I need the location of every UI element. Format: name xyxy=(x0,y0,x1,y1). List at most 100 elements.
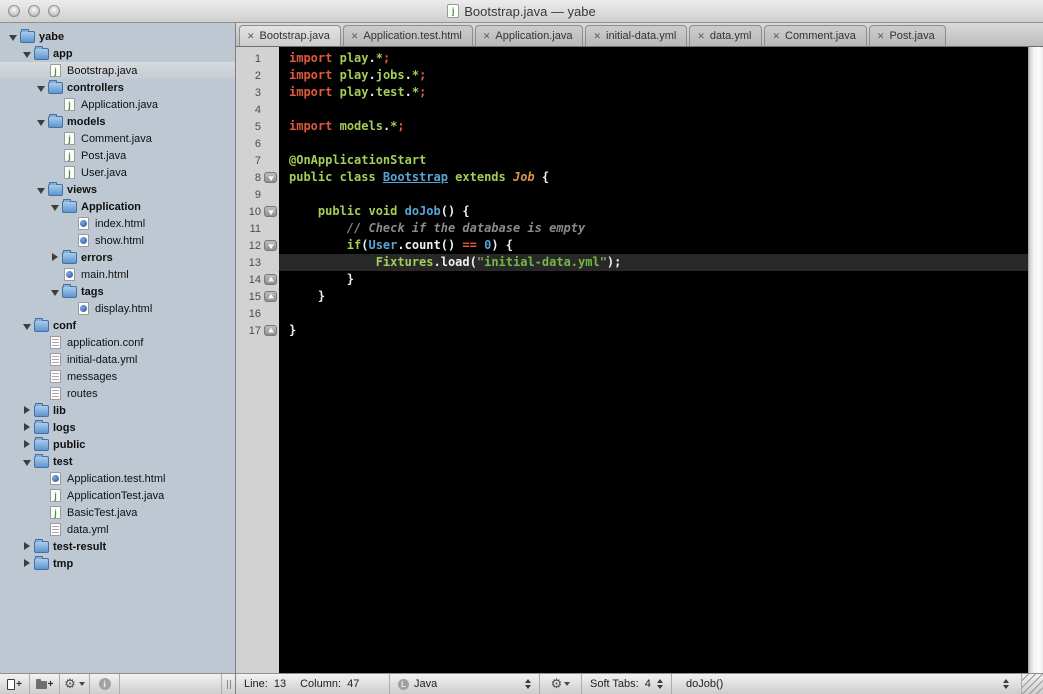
tab-close-icon[interactable]: ✕ xyxy=(351,31,359,42)
fold-up-icon[interactable] xyxy=(264,325,277,336)
tree-row[interactable]: yabe xyxy=(0,28,235,45)
title-bar[interactable]: j Bootstrap.java — yabe xyxy=(0,0,1043,23)
new-folder-button[interactable]: + xyxy=(30,674,60,694)
tree-row[interactable]: jBasicTest.java xyxy=(0,504,235,521)
tree-item-label: lib xyxy=(53,405,66,417)
tree-row[interactable]: logs xyxy=(0,419,235,436)
tree-row[interactable]: jUser.java xyxy=(0,164,235,181)
status-bar: Line: 13 Column: 47 L Java ⚙ Soft Tabs: … xyxy=(236,673,1043,694)
code-editor[interactable]: import play.*;import play.jobs.*;import … xyxy=(279,47,1028,673)
gutter-row: 17 xyxy=(236,322,279,339)
fold-down-icon[interactable] xyxy=(264,206,277,217)
document-proxy-icon: j xyxy=(447,4,459,18)
tab-close-icon[interactable]: ✕ xyxy=(877,31,885,42)
tab[interactable]: ✕Comment.java xyxy=(764,25,866,46)
tree-row[interactable]: errors xyxy=(0,249,235,266)
code-line[interactable] xyxy=(279,135,1028,152)
tree-row[interactable]: lib xyxy=(0,402,235,419)
symbol-selector[interactable]: doJob() xyxy=(672,674,1021,694)
tree-row[interactable]: models xyxy=(0,113,235,130)
tree-row[interactable]: controllers xyxy=(0,79,235,96)
tree-row[interactable]: show.html xyxy=(0,232,235,249)
tab[interactable]: ✕Application.java xyxy=(475,25,584,46)
tree-row[interactable]: views xyxy=(0,181,235,198)
code-line[interactable]: } xyxy=(279,322,1028,339)
tree-row[interactable]: jBootstrap.java xyxy=(0,62,235,79)
line-number: 6 xyxy=(255,138,261,150)
tree-row[interactable]: initial-data.yml xyxy=(0,351,235,368)
tree-row[interactable]: Application xyxy=(0,198,235,215)
tab[interactable]: ✕initial-data.yml xyxy=(585,25,687,46)
minimize-window-button[interactable] xyxy=(28,5,40,17)
code-line[interactable]: public void doJob() { xyxy=(279,203,1028,220)
language-selector[interactable]: L Java xyxy=(390,674,540,694)
fold-down-icon[interactable] xyxy=(264,172,277,183)
tree-row[interactable]: index.html xyxy=(0,215,235,232)
tree-row[interactable]: Application.test.html xyxy=(0,470,235,487)
code-line[interactable]: import play.*; xyxy=(279,50,1028,67)
code-line[interactable] xyxy=(279,101,1028,118)
tab[interactable]: ✕data.yml xyxy=(689,25,762,46)
code-line[interactable]: // Check if the database is empty xyxy=(279,220,1028,237)
tab-close-icon[interactable]: ✕ xyxy=(697,31,705,42)
actions-menu-button[interactable]: ⚙ xyxy=(60,674,90,694)
tree-row[interactable]: jApplicationTest.java xyxy=(0,487,235,504)
tab-close-icon[interactable]: ✕ xyxy=(483,31,491,42)
tree-row[interactable]: messages xyxy=(0,368,235,385)
fold-up-icon[interactable] xyxy=(264,291,277,302)
tree-row[interactable]: app xyxy=(0,45,235,62)
tab-bar[interactable]: ✕Bootstrap.java✕Application.test.html✕Ap… xyxy=(236,23,1043,47)
current-code-line[interactable]: Fixtures.load("initial-data.yml"); xyxy=(279,254,1028,271)
tab-close-icon[interactable]: ✕ xyxy=(247,31,255,42)
tree-row[interactable]: jComment.java xyxy=(0,130,235,147)
tree-row[interactable]: main.html xyxy=(0,266,235,283)
soft-tabs-stepper[interactable] xyxy=(657,679,663,689)
tree-row[interactable]: public xyxy=(0,436,235,453)
tab[interactable]: ✕Bootstrap.java xyxy=(239,25,341,46)
tree-row[interactable]: tags xyxy=(0,283,235,300)
tree-row[interactable]: test-result xyxy=(0,538,235,555)
code-line[interactable]: public class Bootstrap extends Job { xyxy=(279,169,1028,186)
tab-close-icon[interactable]: ✕ xyxy=(593,31,601,42)
zoom-window-button[interactable] xyxy=(48,5,60,17)
tree-row[interactable]: tmp xyxy=(0,555,235,572)
tree-row[interactable]: display.html xyxy=(0,300,235,317)
file-tree[interactable]: yabeappjBootstrap.javacontrollersjApplic… xyxy=(0,23,235,673)
tree-row[interactable]: test xyxy=(0,453,235,470)
code-line[interactable]: import play.jobs.*; xyxy=(279,67,1028,84)
vertical-scrollbar[interactable] xyxy=(1028,47,1043,673)
tree-item-label: views xyxy=(67,184,97,196)
tree-row[interactable]: application.conf xyxy=(0,334,235,351)
code-line[interactable]: import models.*; xyxy=(279,118,1028,135)
close-window-button[interactable] xyxy=(8,5,20,17)
language-stepper[interactable] xyxy=(525,679,531,689)
code-line[interactable]: @OnApplicationStart xyxy=(279,152,1028,169)
new-file-button[interactable]: + xyxy=(0,674,30,694)
tab-close-icon[interactable]: ✕ xyxy=(772,31,780,42)
code-line[interactable] xyxy=(279,186,1028,203)
line-number: 12 xyxy=(249,240,261,252)
soft-tabs-selector[interactable]: Soft Tabs: 4 xyxy=(582,674,672,694)
drawer-resize-handle[interactable] xyxy=(221,674,235,694)
gutter-row: 6 xyxy=(236,135,279,152)
gutter-row: 11 xyxy=(236,220,279,237)
code-line[interactable]: import play.test.*; xyxy=(279,84,1028,101)
info-button[interactable]: i xyxy=(90,674,120,694)
tree-row[interactable]: jPost.java xyxy=(0,147,235,164)
code-line[interactable]: if(User.count() == 0) { xyxy=(279,237,1028,254)
fold-up-icon[interactable] xyxy=(264,274,277,285)
fold-down-icon[interactable] xyxy=(264,240,277,251)
code-line[interactable] xyxy=(279,305,1028,322)
symbol-stepper[interactable] xyxy=(1003,679,1009,689)
code-line[interactable]: } xyxy=(279,288,1028,305)
tab[interactable]: ✕Post.java xyxy=(869,25,946,46)
tree-row[interactable]: jApplication.java xyxy=(0,96,235,113)
tab[interactable]: ✕Application.test.html xyxy=(343,25,473,46)
tree-row[interactable]: data.yml xyxy=(0,521,235,538)
tree-row[interactable]: routes xyxy=(0,385,235,402)
code-line[interactable]: } xyxy=(279,271,1028,288)
window-resize-grip[interactable] xyxy=(1021,674,1043,694)
tree-row[interactable]: conf xyxy=(0,317,235,334)
bundle-actions-button[interactable]: ⚙ xyxy=(540,674,582,694)
line-number: 2 xyxy=(255,70,261,82)
